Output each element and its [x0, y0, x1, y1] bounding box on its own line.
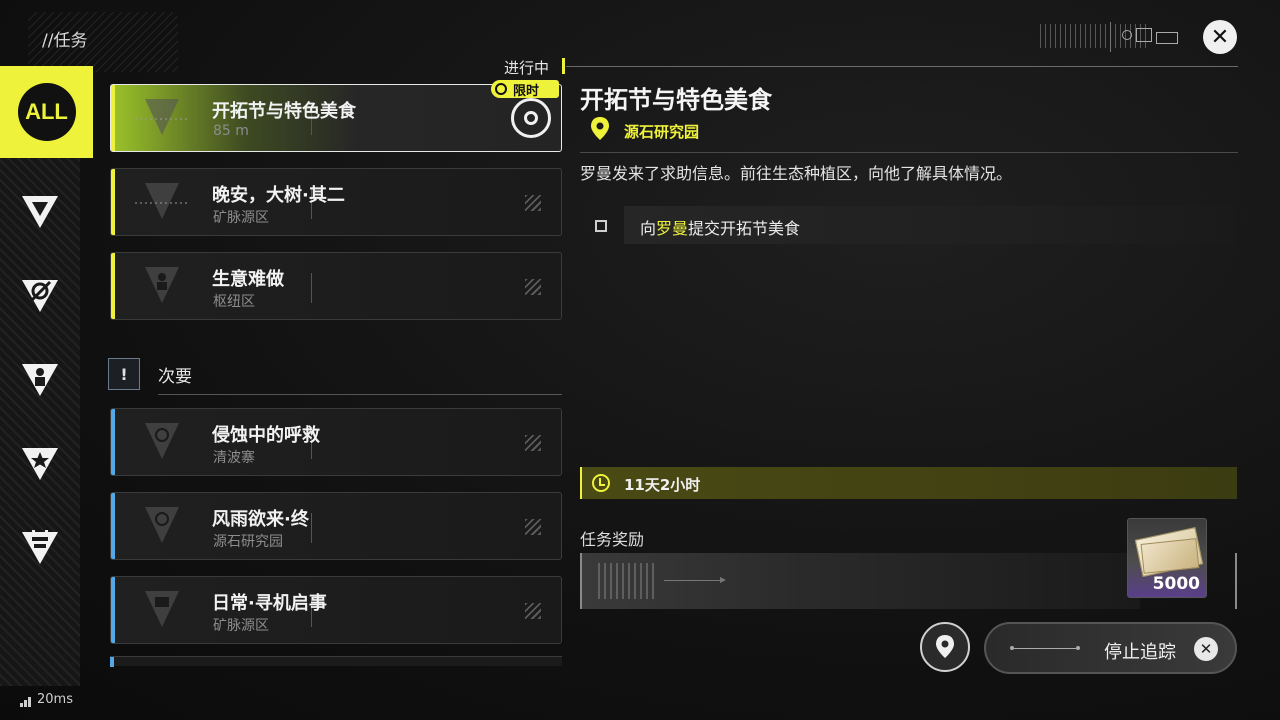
quest-card-secondary-1[interactable]: 侵蚀中的呼救 清波寨	[110, 408, 562, 476]
secondary-section-icon: !	[108, 358, 140, 390]
main-quest-icon	[135, 183, 189, 219]
quest-card-main-2[interactable]: 晚安，大树·其二 矿脉源区	[110, 168, 562, 236]
quest-card-main-3[interactable]: 生意难做 枢纽区	[110, 252, 562, 320]
quest-region: 枢纽区	[213, 294, 255, 310]
reward-strip-edge	[1235, 553, 1237, 609]
objective-npc: 罗曼	[656, 219, 689, 238]
in-progress-marker	[562, 58, 565, 74]
hatch-decoration	[525, 603, 541, 619]
reward-label: 任务奖励	[580, 530, 645, 549]
hatch-decoration	[525, 195, 541, 211]
quest-title: 生意难做	[212, 269, 284, 290]
hatch-decoration	[525, 279, 541, 295]
quest-list-overflow[interactable]	[110, 656, 562, 667]
secondary-quest-icon	[145, 507, 179, 543]
quest-title: 日常·寻机启事	[212, 593, 327, 614]
location-pin-icon	[591, 117, 609, 140]
secondary-quest-icon	[145, 423, 179, 459]
category-sidebar: ALL	[0, 66, 93, 676]
limited-time-badge: 限时	[491, 80, 559, 99]
sidebar-item-endfield[interactable]	[0, 172, 80, 252]
map-locate-button[interactable]	[920, 622, 970, 672]
arrow-right-icon	[664, 577, 726, 583]
quest-region: 矿脉源区	[213, 618, 269, 634]
track-line-decoration	[1010, 646, 1080, 650]
stop-tracking-button[interactable]: 停止追踪 ✕	[984, 622, 1237, 674]
quest-location: 源石研究园	[624, 123, 700, 141]
hatch-decoration	[525, 435, 541, 451]
quest-accent	[111, 493, 115, 559]
close-button[interactable]: ✕	[1203, 20, 1237, 54]
map-pin-icon	[936, 635, 954, 658]
quest-title: 晚安，大树·其二	[212, 185, 345, 206]
faction-icon	[20, 528, 60, 568]
endfield-icon	[20, 192, 60, 232]
hud-divider	[1110, 22, 1111, 52]
quest-accent	[111, 253, 115, 319]
hatch-decoration	[525, 519, 541, 535]
sidebar-item-favorites[interactable]	[0, 424, 80, 504]
quest-distance: 85 m	[213, 123, 249, 139]
reward-item-currency[interactable]: 5000	[1127, 518, 1207, 598]
quest-card-secondary-2[interactable]: 风雨欲来·终 源石研究园	[110, 492, 562, 560]
person-quest-icon	[145, 267, 179, 303]
close-icon: ✕	[1210, 24, 1230, 50]
header-rule	[566, 66, 1238, 67]
quest-region: 源石研究园	[213, 534, 283, 550]
objective-row: 向罗曼提交开拓节美食	[624, 206, 1234, 244]
limited-label: 限时	[513, 83, 540, 99]
in-progress-label: 进行中	[504, 59, 550, 77]
tracking-target-icon[interactable]	[511, 98, 551, 138]
stop-tracking-label: 停止追踪	[1104, 642, 1176, 663]
network-latency: 20ms	[20, 692, 73, 707]
sidebar-item-pathfinder[interactable]	[0, 256, 80, 336]
secondary-section-rule	[158, 394, 562, 395]
quest-title: 风雨欲来·终	[212, 509, 309, 530]
clock-icon	[495, 83, 507, 95]
objective-text: 向罗曼提交开拓节美食	[640, 219, 801, 238]
quest-divider	[311, 513, 312, 543]
quest-title: 开拓节与特色美食	[212, 101, 356, 122]
ping-value: 20ms	[37, 692, 73, 707]
quest-detail-title: 开拓节与特色美食	[580, 86, 772, 114]
close-icon: ✕	[1194, 637, 1218, 661]
objective-checkbox	[595, 220, 607, 232]
quest-accent	[111, 169, 115, 235]
detail-rule	[580, 152, 1238, 153]
quest-description: 罗曼发来了求助信息。前往生态种植区，向他了解具体情况。	[580, 164, 1013, 183]
quest-screen: //任务 ✕ ALL 进行中 开拓节与特色美食 85 m 限时 晚安，大树·其二…	[0, 0, 1280, 720]
person-icon	[20, 360, 60, 400]
quest-accent	[111, 85, 115, 151]
daily-quest-icon	[145, 591, 179, 627]
pathfinder-icon	[20, 276, 60, 316]
time-limit-bar: 11天2小时	[580, 467, 1237, 499]
page-title: //任务	[42, 31, 88, 51]
star-icon	[20, 444, 60, 484]
sidebar-item-character[interactable]	[0, 340, 80, 420]
main-quest-icon	[135, 99, 189, 135]
quest-region: 清波寨	[213, 450, 255, 466]
quest-region: 矿脉源区	[213, 210, 269, 226]
reward-crate-icon	[598, 563, 658, 599]
signal-icon	[20, 696, 31, 707]
hud-mini-icons	[1122, 26, 1182, 48]
quest-title: 侵蚀中的呼救	[212, 425, 320, 446]
quest-accent	[111, 409, 115, 475]
reward-quantity: 5000	[1152, 574, 1200, 594]
quest-accent	[111, 577, 115, 643]
quest-card-secondary-3[interactable]: 日常·寻机启事 矿脉源区	[110, 576, 562, 644]
reward-strip	[580, 553, 1140, 609]
timer-icon	[592, 474, 610, 492]
sidebar-item-faction[interactable]	[0, 508, 80, 588]
all-badge: ALL	[17, 83, 76, 141]
time-remaining: 11天2小时	[624, 476, 701, 494]
quest-divider	[311, 273, 312, 303]
sidebar-item-all[interactable]: ALL	[0, 66, 93, 158]
secondary-section-label: 次要	[158, 367, 192, 387]
